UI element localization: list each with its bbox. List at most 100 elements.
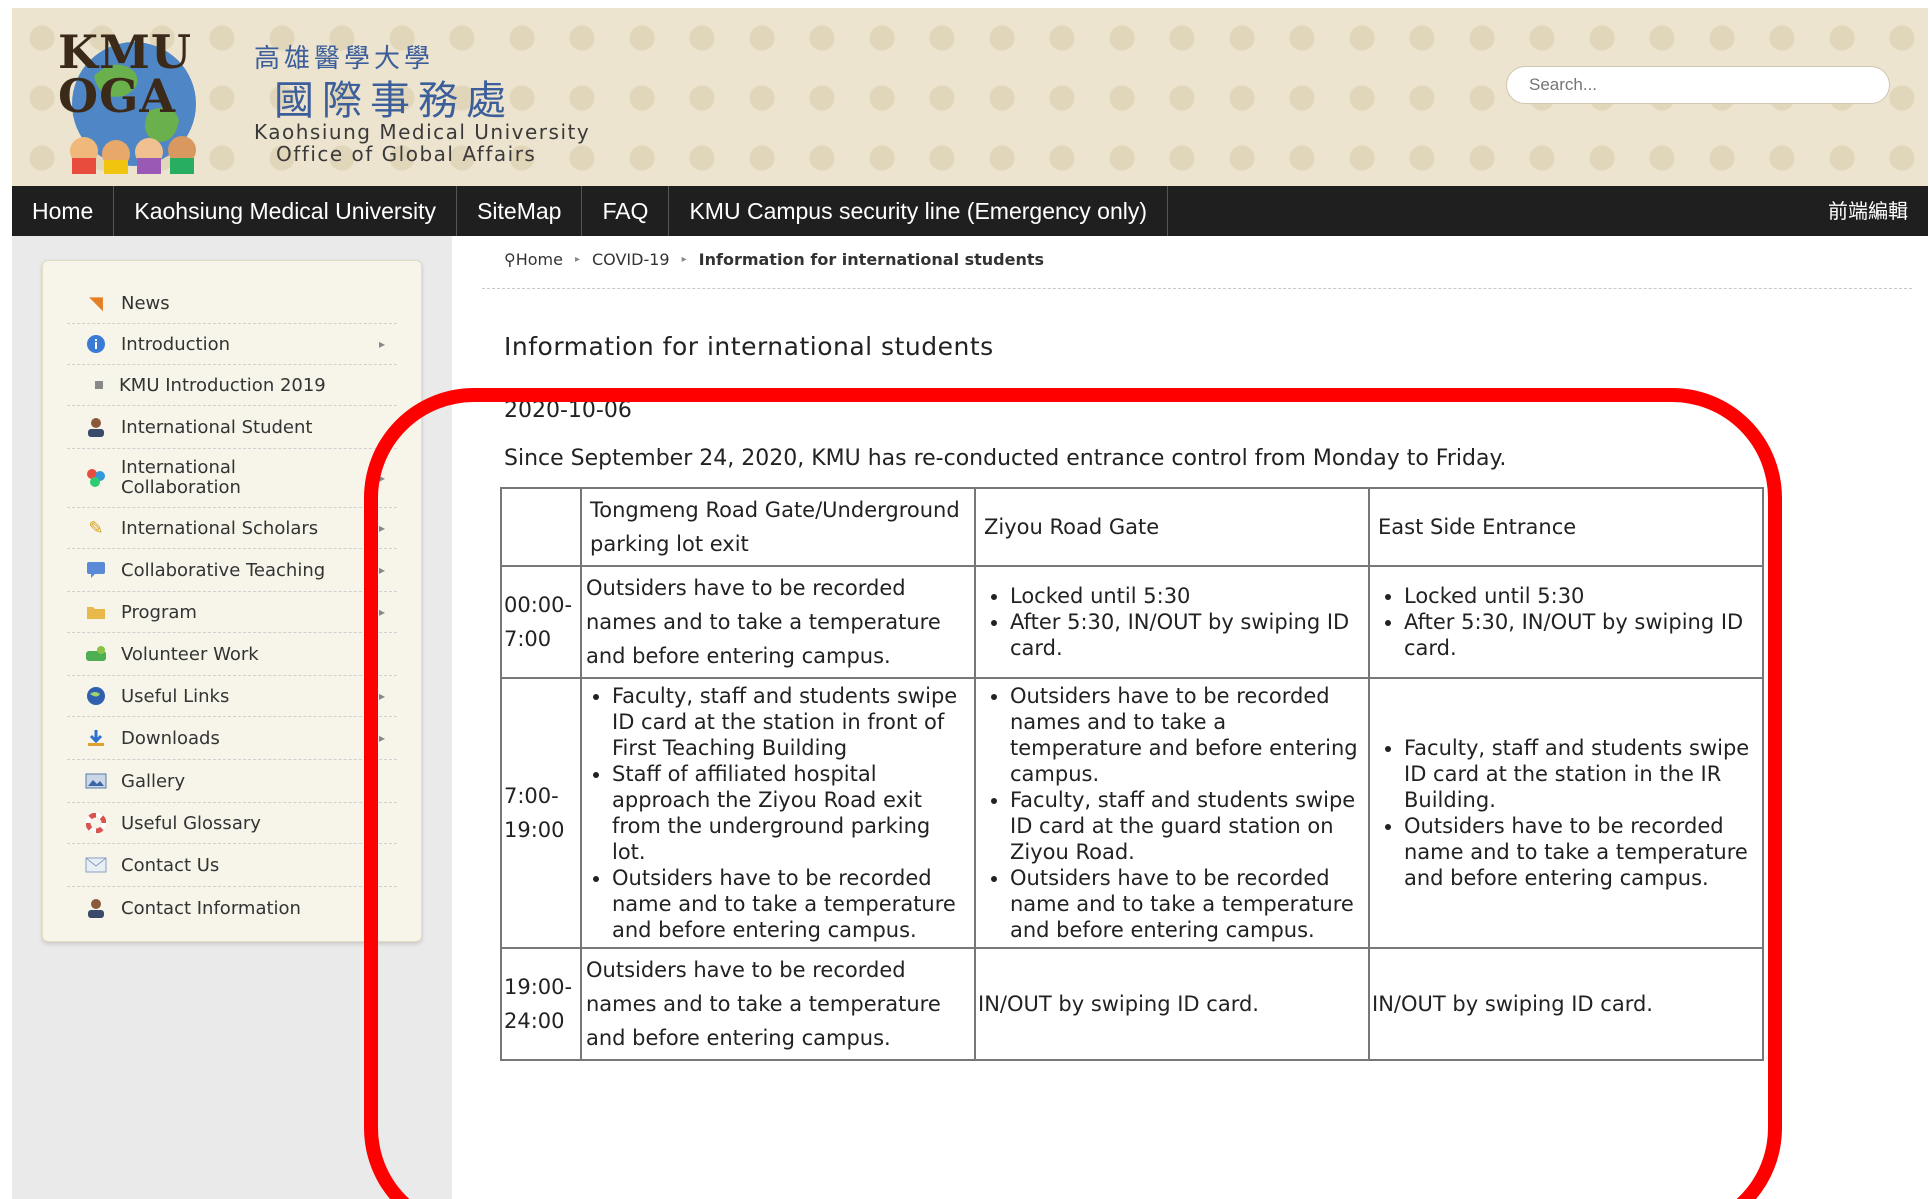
sidebar-item-label: Contact Us [121,854,220,876]
bullet-list: Outsiders have to be recorded names and … [984,683,1364,943]
time-cell: 00:00-7:00 [500,565,582,679]
sidebar-item-label: Useful Glossary [121,812,261,834]
lifebuoy-icon [85,812,107,834]
list-item: Outsiders have to be recorded names and … [1010,683,1364,787]
article-intro: Since September 24, 2020, KMU has re-con… [504,446,1507,471]
sidebar-menu: ◥ News Introduction ▸ KMU Introduction 2… [67,283,397,929]
main-nav: Home Kaohsiung Medical University SiteMa… [12,186,1928,236]
user-icon [85,416,107,438]
nav-item-security-line[interactable]: KMU Campus security line (Emergency only… [669,186,1169,236]
table-cell: Outsiders have to be recorded names and … [974,677,1370,949]
bullet-list: Locked until 5:30 After 5:30, IN/OUT by … [984,583,1364,661]
cn-office-name: 國際事務處 [274,78,514,124]
rss-icon: ◥ [89,292,103,314]
page-title: Information for international students [504,332,994,361]
table-cell: Faculty, staff and students swipe ID car… [580,677,976,949]
table-header-row: Tongmeng Road Gate/Underground parking l… [500,487,1764,567]
sidebar-item-label: KMU Introduction 2019 [119,374,326,396]
chat-icon [85,559,107,581]
list-item: Outsiders have to be recorded name and t… [1010,865,1364,943]
nav-item-home[interactable]: Home [12,186,115,236]
sidebar-item-label: International Student [121,416,313,438]
chevron-right-icon: ▸ [574,254,580,265]
globe-icon [85,685,107,707]
sidebar-item-label: Program [121,601,197,623]
chevron-right-icon: ▸ [378,521,385,535]
table-cell: Outsiders have to be recorded names and … [580,947,976,1061]
breadcrumb-section[interactable]: COVID-19 [592,250,670,269]
list-item: Faculty, staff and students swipe ID car… [1404,735,1758,813]
sidebar-item-gallery[interactable]: Gallery [67,760,397,803]
bullet-list: Faculty, staff and students swipe ID car… [1378,735,1758,891]
table-cell: Faculty, staff and students swipe ID car… [1368,677,1764,949]
chevron-right-icon: ▸ [378,471,385,485]
sidebar-item-international-scholars[interactable]: ✎ International Scholars ▸ [67,508,397,549]
table-header-cell: Tongmeng Road Gate/Underground parking l… [580,487,976,567]
list-item: Locked until 5:30 [1010,583,1364,609]
sidebar-item-program[interactable]: Program ▸ [67,592,397,633]
folder-icon [85,601,107,623]
logo-wordmark: KMU OGA [58,29,192,123]
sidebar-item-collaborative-teaching[interactable]: Collaborative Teaching ▸ [67,549,397,592]
sidebar-item-label: Introduction [121,333,231,355]
sidebar-item-useful-glossary[interactable]: Useful Glossary [67,803,397,844]
sidebar-item-international-student[interactable]: International Student [67,406,397,449]
sidebar-item-downloads[interactable]: Downloads ▸ [67,717,397,760]
sidebar-item-volunteer-work[interactable]: Volunteer Work [67,633,397,676]
list-item: Faculty, staff and students swipe ID car… [1010,787,1364,865]
page-frame: KMU OGA 高雄醫學大學 國際事務處 Kaohsiung Medical U… [12,8,1928,1199]
list-item: After 5:30, IN/OUT by swiping ID card. [1010,609,1364,661]
chevron-right-icon: ▸ [378,731,385,745]
search-input[interactable] [1506,66,1890,104]
table-cell: Locked until 5:30 After 5:30, IN/OUT by … [974,565,1370,679]
table-row: 19:00-24:00 Outsiders have to be recorde… [500,947,1764,1061]
chevron-right-icon: ▸ [681,254,687,265]
sidebar-item-useful-links[interactable]: Useful Links ▸ [67,676,397,717]
sidebar-item-international-collaboration[interactable]: International Collaboration ▸ [67,449,397,508]
table-cell: IN/OUT by swiping ID card. [974,947,1370,1061]
list-item: After 5:30, IN/OUT by swiping ID card. [1404,609,1758,661]
sidebar-item-label: Downloads [121,727,220,749]
chevron-right-icon: ▸ [378,689,385,703]
chevron-right-icon: ▸ [378,605,385,619]
sidebar-item-label: International Collaboration [121,457,241,498]
bullet-icon [95,381,103,389]
table-header-cell: Ziyou Road Gate [974,487,1370,567]
table-row: 7:00-19:00 Faculty, staff and students s… [500,677,1764,949]
article-date: 2020-10-06 [504,398,632,423]
list-item: Outsiders have to be recorded name and t… [612,865,970,943]
nav-item-faq[interactable]: FAQ [582,186,670,236]
collaboration-icon [85,467,107,489]
handshake-icon [85,643,107,665]
site-header: KMU OGA 高雄醫學大學 國際事務處 Kaohsiung Medical U… [12,8,1928,186]
sidebar-item-contact-us[interactable]: Contact Us [67,844,397,887]
sidebar-item-contact-information[interactable]: Contact Information [67,887,397,929]
sidebar-item-kmu-introduction-2019[interactable]: KMU Introduction 2019 [67,365,397,406]
info-icon [85,333,107,355]
entrance-control-table: Tongmeng Road Gate/Underground parking l… [500,487,1764,1061]
table-row: 00:00-7:00 Outsiders have to be recorded… [500,565,1764,679]
time-cell: 7:00-19:00 [500,677,582,949]
map-marker-icon: ⚲ [504,250,516,269]
nav-item-sitemap[interactable]: SiteMap [457,186,583,236]
bullet-list: Locked until 5:30 After 5:30, IN/OUT by … [1378,583,1758,661]
sidebar-item-introduction[interactable]: Introduction ▸ [67,324,397,365]
frontend-edit-link[interactable]: 前端編輯 [1828,186,1908,236]
sidebar-item-label: Useful Links [121,685,230,707]
sidebar-item-label: Volunteer Work [121,643,259,665]
chevron-right-icon: ▸ [378,337,385,351]
download-icon [85,727,107,749]
envelope-icon [85,854,107,876]
logo-text-oga: OGA [58,69,177,123]
sidebar-item-news[interactable]: ◥ News [67,283,397,324]
nav-item-university[interactable]: Kaohsiung Medical University [114,186,458,236]
sidebar-item-label: Collaborative Teaching [121,559,326,581]
sidebar-item-label: News [121,292,170,314]
image-icon [85,770,107,792]
list-item: Staff of affiliated hospital approach th… [612,761,970,865]
table-header-cell: East Side Entrance [1368,487,1764,567]
sidebar-item-label: Gallery [121,770,186,792]
breadcrumb-current: Information for international students [698,250,1045,269]
table-cell: Locked until 5:30 After 5:30, IN/OUT by … [1368,565,1764,679]
breadcrumb-home[interactable]: ⚲Home [504,250,563,269]
